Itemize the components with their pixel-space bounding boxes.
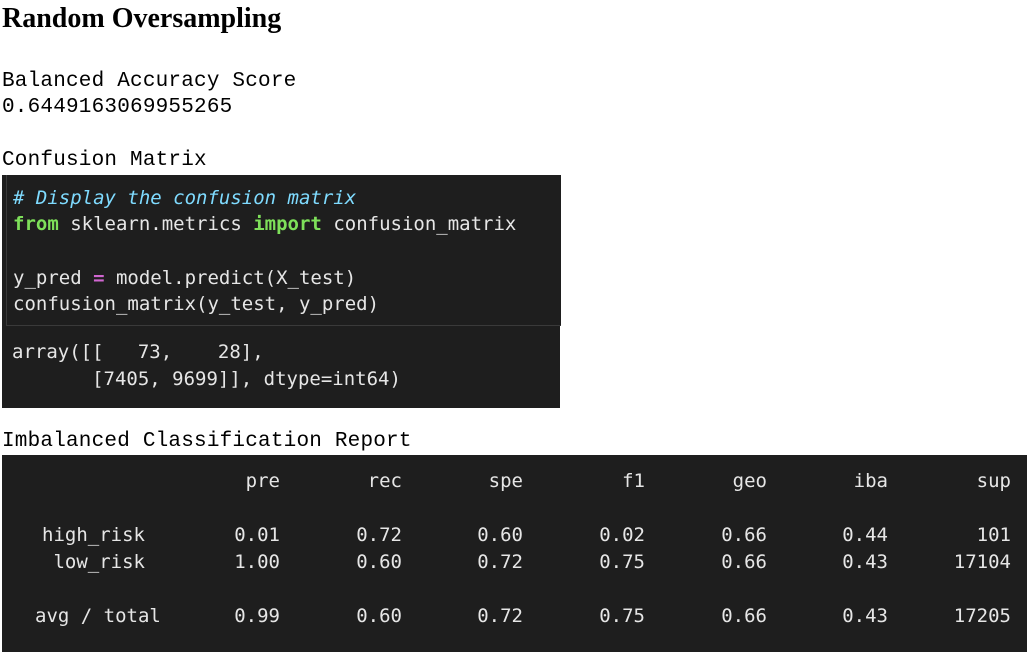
code-module-name: sklearn.metrics: [58, 213, 254, 235]
report-cell-value: 0.60: [356, 605, 402, 627]
report-column-header: f1: [622, 470, 645, 492]
report-cell-value: 0.66: [721, 551, 767, 573]
report-cell-value: 0.72: [477, 551, 523, 573]
report-cell-value: 0.60: [477, 524, 523, 546]
report-cell-value: 17104: [953, 551, 1011, 573]
code-assign-rhs: model.predict(X_test): [104, 267, 357, 289]
report-column-header: sup: [976, 470, 1011, 492]
report-cell-value: 0.66: [721, 524, 767, 546]
report-cell-value: 0.43: [842, 605, 888, 627]
output-line-1: array([[ 73, 28],: [12, 341, 264, 363]
report-cell-value: 0.72: [477, 605, 523, 627]
code-line-import: from sklearn.metrics import confusion_ma…: [13, 211, 516, 237]
report-cell-value: 0.75: [599, 551, 645, 573]
report-cell-value: 0.43: [842, 551, 888, 573]
code-line-call: confusion_matrix(y_test, y_pred): [13, 291, 379, 317]
page-title: Random Oversampling: [2, 3, 282, 34]
report-row-label: avg / total: [35, 605, 161, 627]
report-cell-value: 0.60: [356, 551, 402, 573]
balanced-accuracy-label: Balanced Accuracy Score: [2, 70, 297, 93]
report-cell-value: 101: [976, 524, 1011, 546]
report-column-header: iba: [853, 470, 888, 492]
report-cell-value: 0.66: [721, 605, 767, 627]
confusion-matrix-label: Confusion Matrix: [2, 149, 207, 172]
code-line-assign: y_pred = model.predict(X_test): [13, 265, 356, 291]
report-row-label: low_risk: [53, 551, 145, 573]
confusion-code-panel: # Display the confusion matrix from skle…: [2, 175, 561, 408]
code-import-name: confusion_matrix: [321, 213, 517, 235]
report-column-header: pre: [245, 470, 280, 492]
report-row-label: high_risk: [42, 524, 145, 546]
report-cell-value: 0.44: [842, 524, 888, 546]
output-line-2: [7405, 9699]], dtype=int64): [12, 368, 401, 390]
report-cell-value: 1.00: [234, 551, 280, 573]
code-line-comment: # Display the confusion matrix: [13, 185, 356, 211]
report-cell-value: 0.02: [599, 524, 645, 546]
code-assign-lhs: y_pred: [13, 267, 94, 289]
report-label: Imbalanced Classification Report: [2, 430, 412, 453]
classification-report-panel: pre rec spe f1 geo iba sup high_risk 0.01 0.72 0.6…: [2, 455, 1027, 652]
report-column-header: rec: [367, 470, 402, 492]
report-column-header: geo: [732, 470, 767, 492]
code-keyword-import: import: [253, 213, 322, 235]
report-cell-value: 0.99: [234, 605, 280, 627]
code-assign-operator: =: [93, 267, 105, 289]
code-comment: # Display the confusion matrix: [13, 187, 357, 209]
balanced-accuracy-value: 0.6449163069955265: [2, 96, 233, 119]
report-cell-value: 17205: [953, 605, 1011, 627]
report-cell-value: 0.75: [599, 605, 645, 627]
report-cell-value: 0.01: [234, 524, 280, 546]
report-cell-value: 0.72: [356, 524, 402, 546]
code-keyword-from: from: [13, 213, 59, 235]
code-call: confusion_matrix(y_test, y_pred): [13, 293, 380, 315]
report-column-header: spe: [488, 470, 523, 492]
code-input-cell[interactable]: # Display the confusion matrix from skle…: [6, 175, 561, 326]
